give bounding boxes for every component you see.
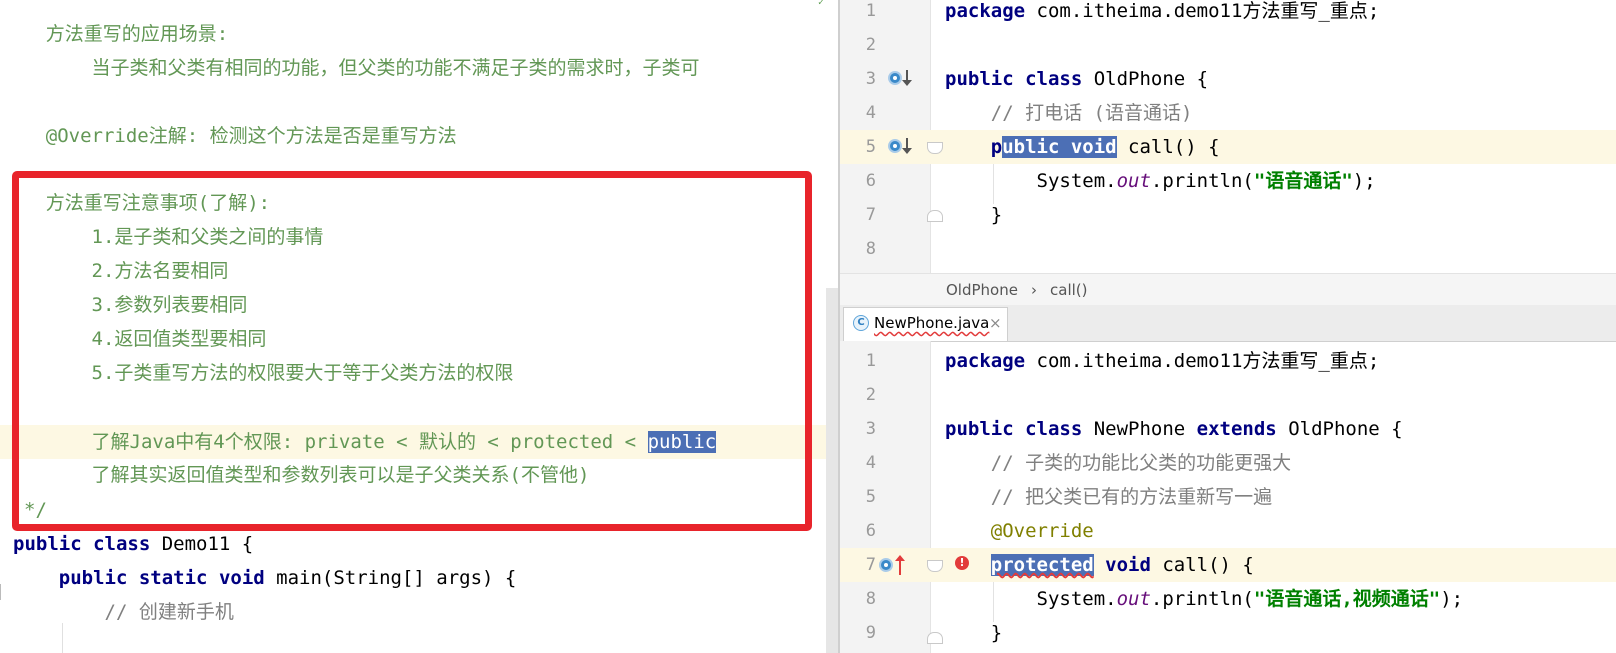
doc-line: 2.方法名要相同: [91, 260, 229, 282]
fold-icon[interactable]: [927, 142, 943, 154]
doc-line: 3.参数列表要相同: [91, 294, 248, 316]
indent-guide: [993, 164, 994, 204]
code-line: 2: [865, 385, 876, 405]
overriding-method-icon[interactable]: [879, 558, 893, 572]
arrow-up-icon: [895, 555, 905, 575]
breadcrumb-class[interactable]: OldPhone: [946, 274, 1018, 306]
selected-text: protected: [990, 554, 1094, 576]
code-line: 3 public class OldPhone {: [865, 68, 1209, 90]
code-line: 4 // 打电话 (语音通话): [865, 102, 1193, 124]
indent-guide: [993, 582, 994, 622]
code-line: 8 System.out.println("语音通话,视频通话");: [865, 588, 1464, 610]
arrow-down-icon: [902, 138, 912, 154]
doc-line: 当子类和父类有相同的功能，但父类的功能不满足子类的需求时，子类可: [91, 57, 700, 79]
code-line: 5 // 把父类已有的方法重新写一遍: [865, 486, 1273, 508]
main-method-declaration: public static void main(String[] args) {: [58, 567, 517, 589]
code-line: 6 @Override: [865, 520, 1094, 542]
code-line: 7 }: [865, 204, 1003, 226]
implemented-method-icon[interactable]: [888, 71, 902, 85]
fold-icon[interactable]: [927, 632, 943, 644]
doc-line: 方法重写的应用场景:: [45, 23, 229, 45]
selected-text: public: [647, 431, 717, 453]
code-line: 4 // 子类的功能比父类的功能更强大: [865, 452, 1292, 474]
close-icon[interactable]: ×: [989, 311, 1002, 335]
code-line: 9 }: [865, 622, 1003, 644]
error-bulb-icon[interactable]: !: [955, 556, 969, 570]
code-line: 3 public class NewPhone extends OldPhone …: [865, 418, 1403, 440]
selected-text: ublic void: [1002, 136, 1117, 158]
doc-line: @Override注解: 检测这个方法是否是重写方法: [45, 125, 457, 147]
doc-line: 了解其实返回值类型和参数列表可以是子父类关系(不管他): [91, 464, 590, 486]
breadcrumb-method[interactable]: call(): [1050, 274, 1087, 306]
doc-line: 方法重写注意事项(了解):: [45, 192, 271, 214]
indent-guide: [62, 623, 63, 653]
code-line: 6 System.out.println("语音通话");: [865, 170, 1376, 192]
arrow-down-icon: [902, 70, 912, 86]
doc-line: 5.子类重写方法的权限要大于等于父类方法的权限: [91, 362, 514, 384]
class-icon: C: [853, 315, 869, 331]
tab-label[interactable]: NewPhone.java: [874, 311, 989, 335]
overridden-method-icon[interactable]: [888, 139, 902, 153]
doc-line: 1.是子类和父类之间的事情: [91, 226, 324, 248]
code-line: 8: [865, 239, 876, 259]
fold-marker[interactable]: [0, 584, 9, 600]
left-editor[interactable]: 方法重写的应用场景: 当子类和父类有相同的功能，但父类的功能不满足子类的需求时，…: [0, 0, 826, 653]
check-icon: ✓: [818, 0, 825, 8]
code-line: 1 package com.itheima.demo11方法重写_重点;: [865, 0, 1380, 22]
breadcrumb: OldPhone › call(): [840, 273, 1616, 307]
class-declaration: public class Demo11 {: [13, 533, 254, 555]
comment-end: */: [24, 499, 47, 521]
fold-icon[interactable]: [927, 560, 943, 572]
breadcrumb-separator: ›: [1031, 281, 1037, 299]
fold-icon[interactable]: [927, 210, 943, 222]
doc-line: 4.返回值类型要相同: [91, 328, 267, 350]
scrollbar[interactable]: [826, 288, 838, 653]
current-line: 了解Java中有4个权限: private < 默认的 < protected …: [0, 425, 826, 459]
line-comment: // 创建新手机: [104, 601, 234, 623]
current-line: 5 public void call() {: [840, 130, 1616, 164]
code-line: 2: [865, 35, 876, 55]
code-line: 1 package com.itheima.demo11方法重写_重点;: [865, 350, 1380, 372]
